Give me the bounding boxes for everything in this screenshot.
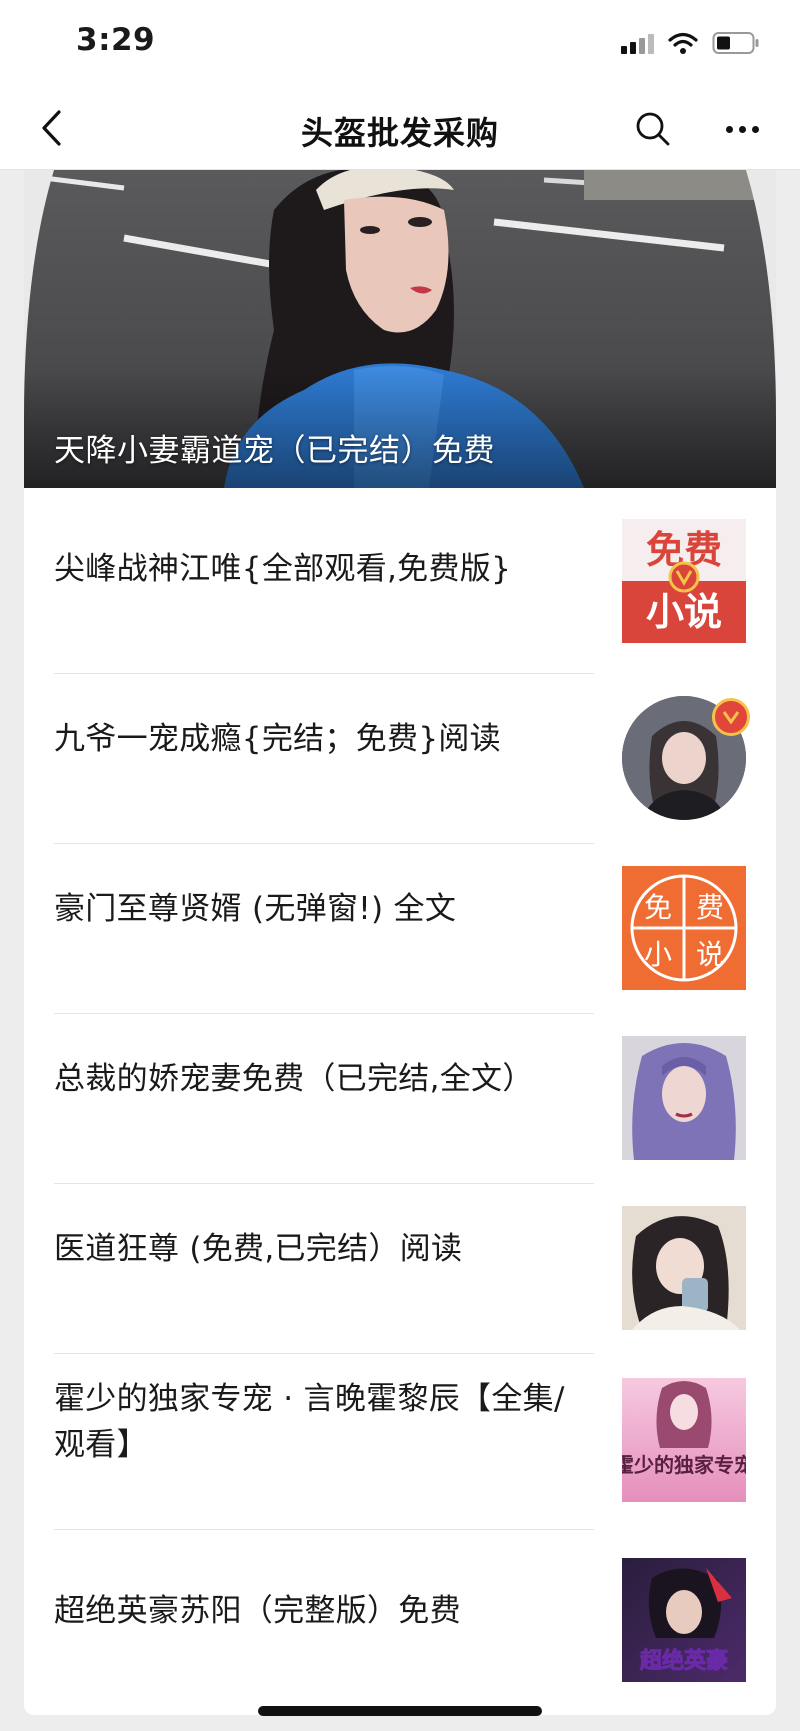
thumb-char: 说 <box>696 938 724 971</box>
more-dot-icon <box>751 125 759 133</box>
thumb-cover-text: 超绝英豪 <box>640 1648 728 1674</box>
anime-hero-cover-thumbnail: 超绝英豪 <box>622 1558 746 1682</box>
thumbnail-art: 免费 小说 <box>622 519 746 643</box>
cover-title: 天降小妻霸道宠（已完结）免费 <box>54 433 495 469</box>
more-options-button[interactable] <box>714 106 770 152</box>
article-title: 尖峰战神江唯{全部观看,免费版} <box>54 551 512 587</box>
search-button[interactable] <box>630 106 676 152</box>
more-dot-icon <box>738 125 746 133</box>
thumbnail-art <box>622 1206 746 1330</box>
list-item[interactable]: 尖峰战神江唯{全部观看,免费版} 免费 小说 <box>24 488 776 673</box>
status-bar: 3:29 <box>0 0 800 88</box>
list-item[interactable]: 医道狂尊 (免费,已完结）阅读 <box>24 1184 776 1353</box>
thumbnail-art: 霍少的独家专宠 <box>622 1378 746 1502</box>
list-item[interactable]: 超绝英豪苏阳（完整版）免费 超绝英豪 <box>24 1530 776 1715</box>
thumb-text-bottom: 小说 <box>646 590 722 634</box>
more-dot-icon <box>725 125 733 133</box>
verified-badge-icon <box>712 698 750 736</box>
thumb-char: 小 <box>644 938 672 971</box>
novel-cover-thumbnail: 霍少的独家专宠 <box>622 1378 746 1502</box>
status-icons <box>621 28 760 58</box>
nav-bar: 头盔批发采购 <box>0 88 800 170</box>
article-title: 九爷一宠成瘾{完结；免费}阅读 <box>54 721 501 757</box>
search-icon <box>636 112 670 146</box>
purple-hair-girl-thumbnail <box>622 1036 746 1160</box>
list-item[interactable]: 总裁的娇宠妻免费（已完结,全文） <box>24 1014 776 1183</box>
wifi-icon <box>668 31 698 55</box>
list-item[interactable]: 九爷一宠成瘾{完结；免费}阅读 <box>24 674 776 843</box>
girl-photo-thumbnail <box>622 1206 746 1330</box>
article-title: 总裁的娇宠妻免费（已完结,全文） <box>54 1061 534 1097</box>
list-item[interactable]: 霍少的独家专宠 · 言晚霍黎辰【全集/观看】 霍少的独家专宠 <box>24 1354 776 1529</box>
thumbnail-art <box>622 1036 746 1160</box>
free-novel-thumbnail: 免 费 小 说 <box>622 866 746 990</box>
thumbnail-art: 超绝英豪 <box>622 1558 746 1682</box>
thumb-char: 费 <box>696 891 724 924</box>
article-card: 天降小妻霸道宠（已完结）免费 尖峰战神江唯{全部观看,免费版} 免费 小说 九爷… <box>24 170 776 1715</box>
cellular-signal-icon <box>621 32 654 54</box>
status-time: 3:29 <box>76 22 156 58</box>
cover-article[interactable]: 天降小妻霸道宠（已完结）免费 <box>24 170 776 488</box>
home-indicator[interactable] <box>258 1706 542 1716</box>
article-title: 豪门至尊贤婿 (无弹窗!) 全文 <box>54 891 457 927</box>
page-title: 头盔批发采购 <box>300 114 499 152</box>
free-novel-thumbnail: 免费 小说 <box>622 519 746 643</box>
article-title: 霍少的独家专宠 · 言晚霍黎辰【全集/观看】 <box>54 1381 565 1463</box>
article-title: 超绝英豪苏阳（完整版）免费 <box>54 1593 461 1629</box>
thumb-char: 免 <box>644 891 672 924</box>
thumb-cover-text: 霍少的独家专宠 <box>622 1453 746 1477</box>
article-title: 医道狂尊 (免费,已完结）阅读 <box>54 1231 463 1267</box>
thumbnail-art: 免 费 小 说 <box>622 866 746 990</box>
battery-icon <box>712 31 760 55</box>
list-item[interactable]: 豪门至尊贤婿 (无弹窗!) 全文 免 费 小 说 <box>24 844 776 1013</box>
